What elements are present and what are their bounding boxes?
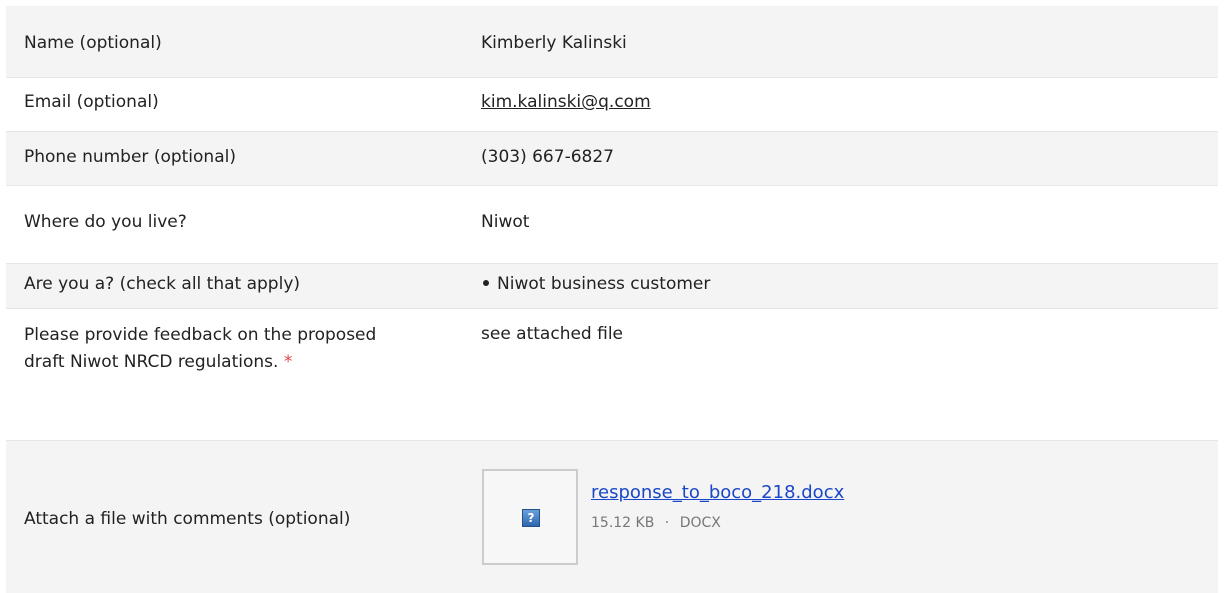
field-label-email: Email (optional) <box>24 92 159 112</box>
customer-type-list-item: Niwot business customer <box>481 272 710 296</box>
field-label-feedback-text: Please provide feedback on the proposed … <box>24 325 377 372</box>
field-row-location: Where do you live? Niwot <box>6 186 1218 264</box>
field-value-customer-type: Niwot business customer <box>497 274 711 294</box>
attachment-meta: 15.12 KB · DOCX <box>591 514 721 532</box>
unknown-file-icon: ? <box>522 509 540 527</box>
field-label-name: Name (optional) <box>24 33 162 53</box>
field-row-feedback: Please provide feedback on the proposed … <box>6 309 1218 441</box>
field-row-email: Email (optional) kim.kalinski@q.com <box>6 78 1218 132</box>
attachment-download-link[interactable]: response_to_boco_218.docx <box>591 481 844 505</box>
field-row-phone: Phone number (optional) (303) 667-6827 <box>6 132 1218 186</box>
attachment-type: DOCX <box>679 515 721 531</box>
email-link[interactable]: kim.kalinski@q.com <box>481 90 651 114</box>
field-row-attachment: Attach a file with comments (optional) ?… <box>6 441 1218 593</box>
field-label-customer-type: Are you a? (check all that apply) <box>24 274 301 294</box>
field-row-name: Name (optional) Kimberly Kalinski <box>6 6 1218 78</box>
form-response-sheet: Name (optional) Kimberly Kalinski Email … <box>0 0 1225 593</box>
field-label-feedback: Please provide feedback on the proposed … <box>24 322 384 376</box>
bullet-icon <box>483 280 489 286</box>
field-value-location: Niwot <box>481 212 530 232</box>
field-value-feedback: see attached file <box>481 324 624 344</box>
meta-separator: · <box>664 515 670 531</box>
field-value-phone: (303) 667-6827 <box>481 147 614 167</box>
field-label-phone: Phone number (optional) <box>24 147 236 167</box>
required-asterisk: * <box>283 352 293 372</box>
attachment-size: 15.12 KB <box>591 515 655 531</box>
field-value-name: Kimberly Kalinski <box>481 33 627 53</box>
field-label-attachment: Attach a file with comments (optional) <box>24 509 351 529</box>
field-row-customer-type: Are you a? (check all that apply) Niwot … <box>6 264 1218 309</box>
attachment-thumbnail[interactable]: ? <box>482 469 578 565</box>
field-label-location: Where do you live? <box>24 212 187 232</box>
